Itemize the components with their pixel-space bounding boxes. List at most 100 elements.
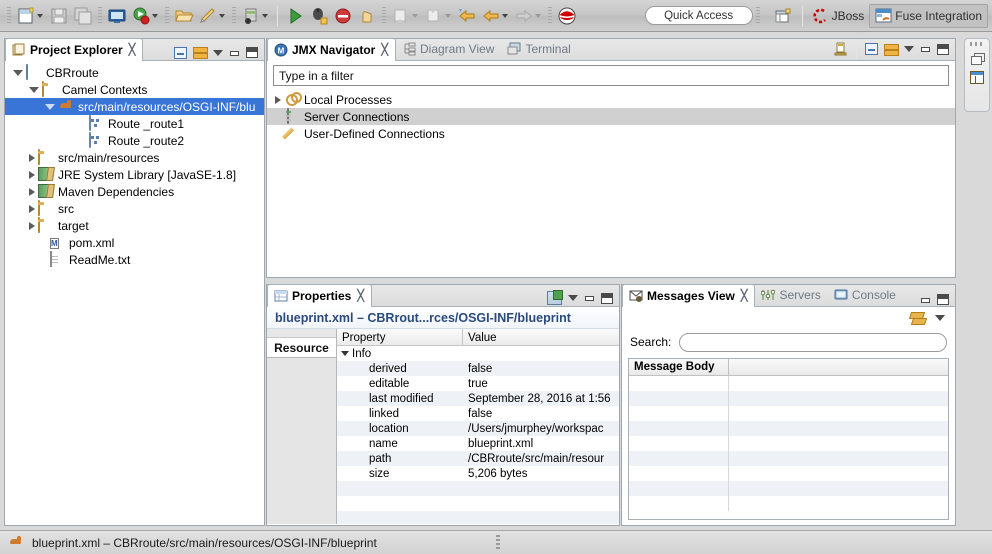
open-type-button[interactable] — [172, 3, 196, 29]
tab-terminal[interactable]: Terminal — [501, 38, 577, 60]
save-all-button[interactable] — [71, 3, 95, 29]
tab-properties[interactable]: Properties ╳ — [267, 284, 372, 307]
tab-messages-view[interactable]: Messages View ╳ — [622, 284, 756, 307]
minimize-icon[interactable] — [920, 45, 931, 53]
close-icon[interactable]: ╳ — [381, 43, 388, 56]
minimize-icon[interactable] — [229, 49, 240, 57]
column-header-property[interactable]: Property — [337, 329, 463, 345]
back-button[interactable] — [455, 3, 479, 29]
new-server-button[interactable] — [105, 3, 129, 29]
quick-access-field[interactable]: Quick Access — [644, 6, 753, 25]
suspend-button[interactable] — [355, 3, 379, 29]
close-icon[interactable]: ╳ — [357, 289, 364, 302]
next-annotation-button[interactable] — [389, 3, 422, 29]
column-header-value[interactable]: Value — [463, 329, 619, 345]
table-row[interactable]: path /CBRroute/src/main/resour — [337, 451, 619, 466]
previous-annotation-button[interactable] — [422, 3, 455, 29]
save-button[interactable] — [47, 3, 71, 29]
forward-button[interactable] — [512, 3, 545, 29]
new-wizard-button[interactable] — [14, 3, 47, 29]
tree-item-target[interactable]: target — [5, 216, 264, 234]
table-row[interactable]: name blueprint.xml — [337, 436, 619, 451]
terminate-button[interactable] — [331, 3, 355, 29]
open-perspective-button[interactable] — [769, 4, 797, 28]
jmx-item-server-connections[interactable]: Server Connections — [267, 107, 955, 125]
table-row[interactable] — [629, 451, 948, 466]
search-input[interactable] — [679, 332, 947, 352]
drag-handle-icon[interactable] — [970, 42, 984, 46]
chevron-down-icon[interactable] — [152, 13, 158, 18]
tree-item-route2[interactable]: Route _route2 — [5, 131, 264, 149]
collapse-all-icon[interactable] — [174, 46, 187, 59]
restore-icon[interactable] — [971, 53, 985, 65]
tab-jmx-navigator[interactable]: M JMX Navigator ╳ — [267, 38, 396, 61]
view-icon[interactable] — [970, 71, 984, 84]
tree-item-camel-contexts[interactable]: Camel Contexts — [5, 80, 264, 98]
tab-project-explorer[interactable]: Project Explorer ╳ — [5, 38, 144, 61]
view-menu-icon[interactable] — [213, 49, 223, 56]
minimize-icon[interactable] — [584, 294, 595, 302]
close-icon[interactable]: ╳ — [741, 289, 748, 302]
maximize-icon[interactable] — [601, 292, 613, 304]
chevron-right-icon[interactable] — [29, 153, 35, 162]
maximize-icon[interactable] — [246, 47, 258, 58]
chevron-down-icon[interactable] — [45, 103, 55, 110]
column-header-blank[interactable] — [729, 359, 948, 375]
tree-item-jre-system-library[interactable]: JRE System Library [JavaSE-1.8] — [5, 166, 264, 183]
table-row[interactable]: size 5,206 bytes — [337, 466, 619, 481]
tree-item-pom-xml[interactable]: M pom.xml — [5, 234, 264, 251]
view-menu-icon[interactable] — [904, 46, 914, 52]
toolbar-grip-3[interactable] — [165, 6, 169, 25]
table-row[interactable] — [629, 376, 948, 391]
toolbar-grip-2[interactable] — [98, 6, 102, 25]
view-menu-icon[interactable] — [935, 315, 945, 321]
run-button[interactable] — [129, 3, 162, 29]
table-row[interactable] — [629, 496, 948, 511]
new-connection-icon[interactable] — [833, 42, 848, 57]
refresh-icon[interactable] — [910, 312, 925, 325]
table-row[interactable]: linked false — [337, 406, 619, 421]
tree-item-maven-dependencies[interactable]: Maven Dependencies — [5, 183, 264, 200]
tree-item-cbrroute[interactable]: CBRroute — [5, 63, 264, 81]
jmx-filter-input[interactable]: Type in a filter — [273, 65, 949, 86]
chevron-down-icon[interactable] — [502, 13, 508, 18]
tree-item-src[interactable]: src — [5, 199, 264, 217]
chevron-down-icon[interactable] — [13, 69, 23, 76]
column-header-message-body[interactable]: Message Body — [629, 359, 729, 375]
table-row[interactable]: last modified September 28, 2016 at 1:56 — [337, 391, 619, 406]
perspective-jboss[interactable]: JBoss — [808, 4, 870, 28]
chevron-right-icon[interactable] — [29, 187, 35, 196]
table-row[interactable]: location /Users/jmurphey/workspac — [337, 421, 619, 436]
new-connection-button[interactable] — [239, 3, 272, 29]
tree-item-blueprint-context[interactable]: src/main/resources/OSGI-INF/blu — [5, 98, 264, 115]
tab-diagram-view[interactable]: Diagram View — [396, 38, 501, 60]
tree-item-readme-txt[interactable]: ReadMe.txt — [5, 250, 264, 268]
toolbar-grip-7[interactable] — [755, 6, 760, 25]
redhat-button[interactable] — [555, 3, 579, 29]
chevron-down-icon[interactable] — [37, 13, 43, 18]
toolbar-grip-6[interactable] — [548, 6, 552, 25]
link-with-editor-icon[interactable] — [193, 46, 208, 59]
new-properties-view-icon[interactable] — [547, 290, 563, 305]
chevron-down-icon[interactable] — [341, 351, 349, 356]
table-row[interactable]: Info — [337, 346, 619, 361]
table-row[interactable] — [629, 466, 948, 481]
toolbar-grip-4[interactable] — [232, 6, 236, 25]
chevron-right-icon[interactable] — [275, 95, 281, 104]
maximize-icon[interactable] — [937, 294, 949, 305]
jmx-item-local-processes[interactable]: Local Processes — [267, 91, 955, 108]
toolbar-grip-5[interactable] — [382, 6, 386, 25]
toolbar-grip[interactable] — [7, 6, 11, 25]
table-row[interactable] — [629, 481, 948, 496]
side-tab-resource[interactable]: Resource — [267, 338, 336, 358]
perspective-fuse-integration[interactable]: Fuse Integration — [869, 3, 988, 28]
status-bar-grip[interactable] — [496, 535, 500, 549]
tab-servers[interactable]: Servers — [755, 284, 827, 306]
table-row[interactable] — [629, 406, 948, 421]
table-row[interactable] — [629, 421, 948, 436]
chevron-down-icon[interactable] — [219, 13, 225, 18]
tree-item-route1[interactable]: Route _route1 — [5, 114, 264, 132]
forward-back-button[interactable] — [479, 3, 512, 29]
chevron-right-icon[interactable] — [29, 221, 35, 230]
chevron-down-icon[interactable] — [262, 13, 268, 18]
